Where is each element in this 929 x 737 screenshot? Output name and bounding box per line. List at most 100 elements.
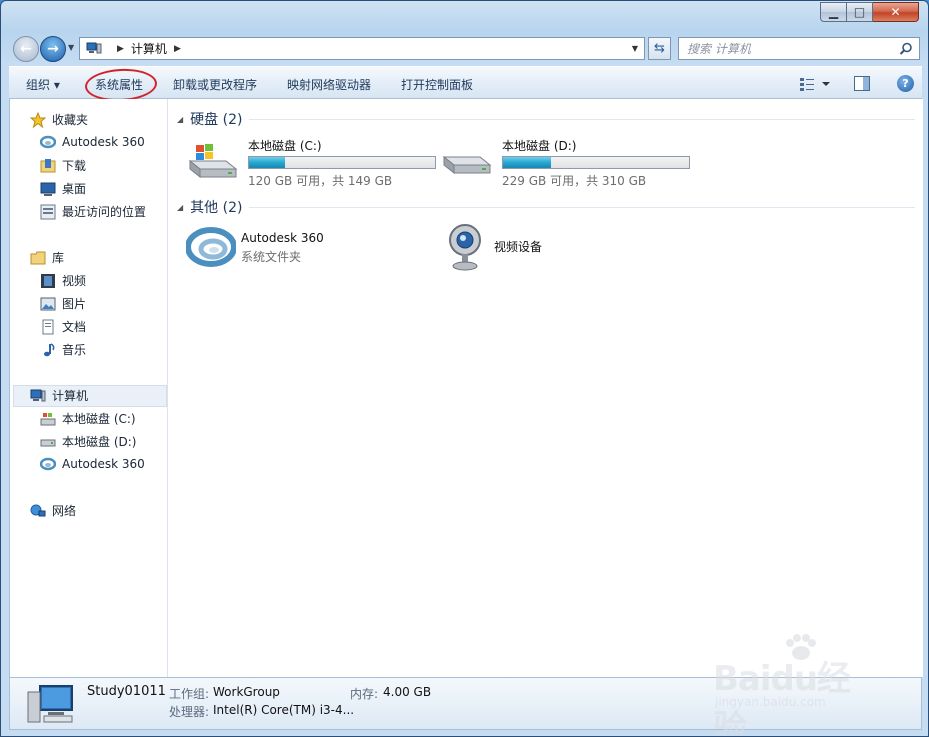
sidebar-item-recent-places[interactable]: 最近访问的位置 <box>40 203 146 220</box>
windows-drive-icon <box>188 144 238 179</box>
sidebar-item-autodesk[interactable]: Autodesk 360 <box>40 134 145 150</box>
sidebar-item-drive-d[interactable]: 本地磁盘 (D:) <box>40 433 136 450</box>
collapse-triangle-icon[interactable]: ◢ <box>177 115 183 124</box>
group-header-other[interactable]: ◢ 其他 (2) <box>177 197 242 217</box>
sidebar-item-videos[interactable]: 视频 <box>40 272 86 289</box>
autodesk-360-icon <box>186 227 236 267</box>
drive-c-item[interactable]: 本地磁盘 (C:) 120 GB 可用，共 149 GB <box>186 137 436 188</box>
pictures-library-icon <box>40 297 56 310</box>
sidebar-item-documents[interactable]: 文档 <box>40 318 86 335</box>
recent-places-icon <box>40 204 56 219</box>
drive-usage-fill <box>249 157 286 168</box>
sidebar-item-computer[interactable]: 计算机 <box>30 387 88 404</box>
sidebar-item-libraries[interactable]: 库 <box>30 249 64 266</box>
memory-value: 4.00 GB <box>383 685 432 699</box>
sidebar-item-label: 本地磁盘 (D:) <box>62 435 137 449</box>
back-button[interactable]: ← <box>13 36 39 62</box>
command-bar: 组织 ▾ 系统属性 卸载或更改程序 映射网络驱动器 打开控制面板 ? <box>9 66 922 103</box>
sidebar-item-downloads[interactable]: 下载 <box>40 157 86 174</box>
desktop-icon <box>40 182 56 196</box>
address-dropdown-icon[interactable]: ▼ <box>632 44 638 53</box>
uninstall-program-button[interactable]: 卸载或更改程序 <box>173 76 257 93</box>
computer-icon <box>27 685 73 723</box>
sidebar-item-label: 音乐 <box>62 343 87 357</box>
sidebar-item-label: 下载 <box>62 159 87 173</box>
help-button[interactable]: ? <box>897 75 914 92</box>
refresh-button[interactable]: ⇆ <box>648 37 671 60</box>
sidebar-item-label: 网络 <box>52 504 77 518</box>
sidebar-item-label: Autodesk 360 <box>62 135 145 149</box>
drive-capacity: 120 GB 可用，共 149 GB <box>248 174 393 188</box>
drive-usage-bar <box>502 156 690 169</box>
sidebar-item-label: 图片 <box>62 297 87 311</box>
sidebar-item-network[interactable]: 网络 <box>30 502 76 519</box>
preview-pane-icon[interactable] <box>854 76 870 91</box>
sidebar-item-desktop[interactable]: 桌面 <box>40 180 86 197</box>
navigation-pane: 收藏夹 Autodesk 360 下载 桌面 最近访问的位置 库 视频 图片 文… <box>10 99 168 677</box>
arrow-right-icon: → <box>47 41 59 57</box>
autodesk-360-icon <box>40 457 56 471</box>
group-header-hard-drives[interactable]: ◢ 硬盘 (2) <box>177 109 242 129</box>
autodesk-360-icon <box>40 135 56 149</box>
group-title: 硬盘 (2) <box>190 112 243 128</box>
sidebar-item-label: 计算机 <box>52 389 89 403</box>
sidebar-item-label: Autodesk 360 <box>62 457 145 471</box>
sidebar-item-drive-c[interactable]: 本地磁盘 (C:) <box>40 410 136 427</box>
documents-library-icon <box>42 319 54 334</box>
sidebar-item-label: 桌面 <box>62 182 87 196</box>
drive-usage-bar <box>248 156 436 169</box>
collapse-triangle-icon[interactable]: ◢ <box>177 203 183 212</box>
hard-drive-icon <box>442 155 492 175</box>
drive-name: 本地磁盘 (D:) <box>502 139 577 153</box>
address-bar[interactable]: ▶ 计算机 ▶ ▼ <box>79 37 645 60</box>
content-area: 收藏夹 Autodesk 360 下载 桌面 最近访问的位置 库 视频 图片 文… <box>9 99 923 677</box>
organize-menu[interactable]: 组织 ▾ <box>26 76 60 93</box>
processor-label: 处理器: <box>169 705 210 719</box>
recent-pages-dropdown[interactable]: ▼ <box>68 43 74 52</box>
main-pane: ◢ 硬盘 (2) 本地磁盘 (C:) 120 GB 可用，共 149 GB 本地… <box>169 99 923 677</box>
open-control-panel-button[interactable]: 打开控制面板 <box>401 76 473 93</box>
sidebar-item-label: 视频 <box>62 274 87 288</box>
arrow-left-icon: ← <box>20 41 32 57</box>
sidebar-item-autodesk-computer[interactable]: Autodesk 360 <box>40 456 145 472</box>
webcam-icon <box>449 224 481 271</box>
memory-label: 内存: <box>350 687 379 701</box>
caption-buttons: ▁ □ ✕ <box>820 2 919 22</box>
search-input[interactable]: 搜索 计算机 <box>678 37 920 60</box>
baidu-watermark: Baidu经验 jingyan.baidu.com <box>713 629 883 736</box>
video-library-icon <box>41 273 55 288</box>
minimize-button[interactable]: ▁ <box>820 2 847 22</box>
hard-drive-icon <box>40 439 56 446</box>
sidebar-item-label: 收藏夹 <box>52 113 89 127</box>
computer-icon <box>30 389 46 401</box>
network-icon <box>30 504 46 516</box>
music-note-icon <box>44 342 55 356</box>
sidebar-item-favorites[interactable]: 收藏夹 <box>30 111 88 128</box>
sidebar-item-pictures[interactable]: 图片 <box>40 295 86 312</box>
sidebar-item-label: 最近访问的位置 <box>62 205 147 219</box>
sidebar-item-label: 库 <box>52 251 65 265</box>
breadcrumb-computer[interactable]: 计算机 <box>131 40 167 57</box>
search-icon[interactable] <box>899 42 913 56</box>
windows-drive-icon <box>40 412 56 425</box>
close-button[interactable]: ✕ <box>873 2 919 22</box>
drive-usage-fill <box>503 157 552 168</box>
workgroup-label: 工作组: <box>169 687 210 701</box>
breadcrumb-separator[interactable]: ▶ <box>117 44 124 54</box>
item-name: Autodesk 360 <box>241 231 324 245</box>
refresh-icon: ⇆ <box>654 41 665 56</box>
group-title: 其他 (2) <box>190 200 243 216</box>
drive-d-item[interactable]: 本地磁盘 (D:) 229 GB 可用，共 310 GB <box>440 137 690 188</box>
forward-button[interactable]: → <box>40 36 66 62</box>
maximize-button[interactable]: □ <box>847 2 873 22</box>
computer-icon <box>86 42 102 54</box>
sidebar-item-music[interactable]: 音乐 <box>40 341 86 358</box>
watermark-url: jingyan.baidu.com <box>715 695 826 709</box>
breadcrumb-separator[interactable]: ▶ <box>174 44 181 54</box>
map-network-drive-button[interactable]: 映射网络驱动器 <box>287 76 371 93</box>
processor-value: Intel(R) Core(TM) i3-4... <box>213 703 355 717</box>
view-options-icon[interactable] <box>800 77 830 91</box>
computer-name: Study01011 <box>87 684 166 699</box>
group-divider <box>249 207 915 208</box>
downloads-folder-icon <box>40 158 56 172</box>
